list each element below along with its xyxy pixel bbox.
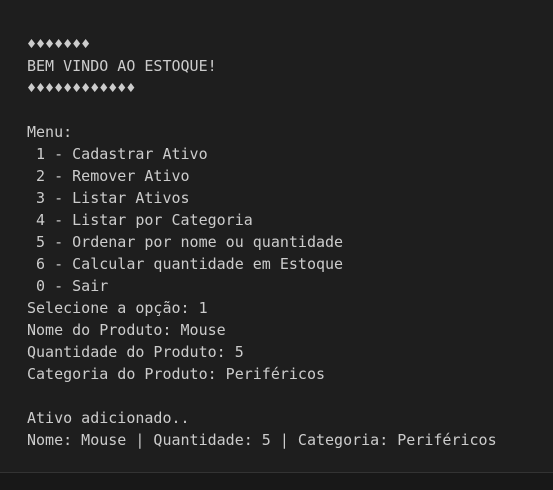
- menu-option-0: 0 - Sair: [27, 277, 109, 295]
- option-prompt-line: Selecione a opção: 1: [27, 299, 208, 317]
- menu-option-3: 3 - Listar Ativos: [27, 189, 190, 207]
- menu-option-1: 1 - Cadastrar Ativo: [27, 145, 208, 163]
- menu-option-4: 4 - Listar por Categoria: [27, 211, 253, 229]
- product-name-prompt-line: Nome do Produto: Mouse: [27, 321, 226, 339]
- menu-option-2: 2 - Remover Ativo: [27, 167, 190, 185]
- menu-title-line: Menu:: [27, 123, 73, 141]
- asset-summary-line: Nome: Mouse | Quantidade: 5 | Categoria:…: [27, 431, 497, 449]
- terminal-panel[interactable]: ♦♦♦♦♦♦♦ BEM VINDO AO ESTOQUE! ♦♦♦♦♦♦♦♦♦♦…: [0, 0, 553, 490]
- bottom-bar: [0, 473, 553, 490]
- product-quantity-prompt-line: Quantidade do Produto: 5: [27, 343, 244, 361]
- banner-top-line: ♦♦♦♦♦♦♦: [27, 35, 91, 53]
- product-category-prompt-line: Categoria do Produto: Periféricos: [27, 365, 326, 383]
- terminal-output: ♦♦♦♦♦♦♦ BEM VINDO AO ESTOQUE! ♦♦♦♦♦♦♦♦♦♦…: [27, 33, 497, 451]
- welcome-line: BEM VINDO AO ESTOQUE!: [27, 57, 217, 75]
- menu-option-5: 5 - Ordenar por nome ou quantidade: [27, 233, 344, 251]
- asset-added-line: Ativo adicionado..: [27, 409, 190, 427]
- banner-bottom-line: ♦♦♦♦♦♦♦♦♦♦♦♦: [27, 79, 136, 97]
- menu-option-6: 6 - Calcular quantidade em Estoque: [27, 255, 344, 273]
